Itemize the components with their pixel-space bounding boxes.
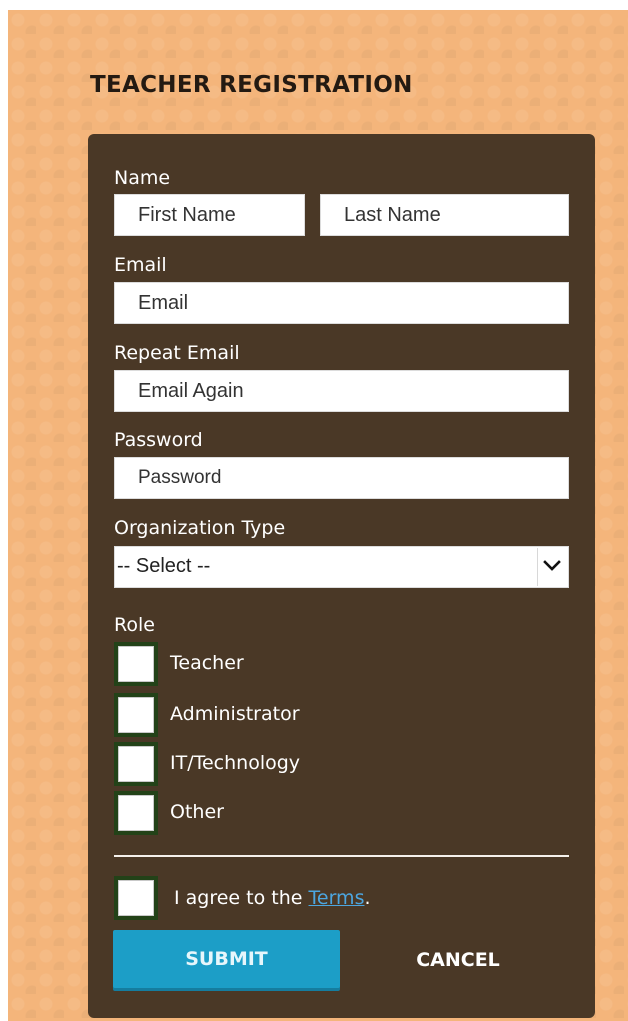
terms-link[interactable]: Terms bbox=[309, 887, 365, 909]
password-label: Password bbox=[114, 429, 203, 451]
last-name-input[interactable] bbox=[320, 194, 569, 236]
role-other-checkbox[interactable] bbox=[114, 791, 158, 835]
role-it-technology-label: IT/Technology bbox=[170, 752, 301, 774]
chevron-down-icon[interactable] bbox=[537, 548, 567, 586]
email-input[interactable] bbox=[114, 282, 569, 324]
terms-suffix-text: . bbox=[364, 887, 371, 909]
terms-checkbox[interactable] bbox=[114, 876, 158, 920]
name-label: Name bbox=[114, 167, 171, 189]
submit-button[interactable]: SUBMIT bbox=[113, 930, 340, 988]
page-title: TEACHER REGISTRATION bbox=[90, 72, 413, 98]
cancel-button[interactable]: CANCEL bbox=[388, 942, 528, 978]
role-option-other[interactable]: Other bbox=[114, 791, 554, 835]
terms-agreement[interactable]: I agree to the Terms. bbox=[114, 876, 569, 920]
role-option-administrator[interactable]: Administrator bbox=[114, 693, 554, 737]
role-option-it-technology[interactable]: IT/Technology bbox=[114, 742, 554, 786]
terms-prefix-text: I agree to the bbox=[174, 887, 303, 909]
organization-type-label: Organization Type bbox=[114, 517, 286, 539]
organization-type-value: -- Select -- bbox=[117, 555, 211, 577]
registration-panel: Name Email Repeat Email Password Organiz… bbox=[88, 134, 595, 1018]
role-teacher-checkbox[interactable] bbox=[114, 642, 158, 686]
password-input[interactable] bbox=[114, 457, 569, 499]
terms-label: I agree to the Terms. bbox=[174, 886, 371, 910]
role-option-teacher[interactable]: Teacher bbox=[114, 642, 554, 686]
repeat-email-input[interactable] bbox=[114, 370, 569, 412]
first-name-input[interactable] bbox=[114, 194, 305, 236]
form-divider bbox=[114, 855, 569, 857]
chevron-down-icon-graphic bbox=[543, 560, 561, 571]
role-it-technology-checkbox[interactable] bbox=[114, 742, 158, 786]
organization-type-select[interactable]: -- Select -- bbox=[114, 546, 569, 588]
role-label: Role bbox=[114, 614, 155, 636]
repeat-email-label: Repeat Email bbox=[114, 342, 240, 364]
role-administrator-checkbox[interactable] bbox=[114, 693, 158, 737]
role-teacher-label: Teacher bbox=[170, 652, 244, 674]
role-administrator-label: Administrator bbox=[170, 703, 300, 725]
role-other-label: Other bbox=[170, 801, 224, 823]
email-label: Email bbox=[114, 254, 167, 276]
